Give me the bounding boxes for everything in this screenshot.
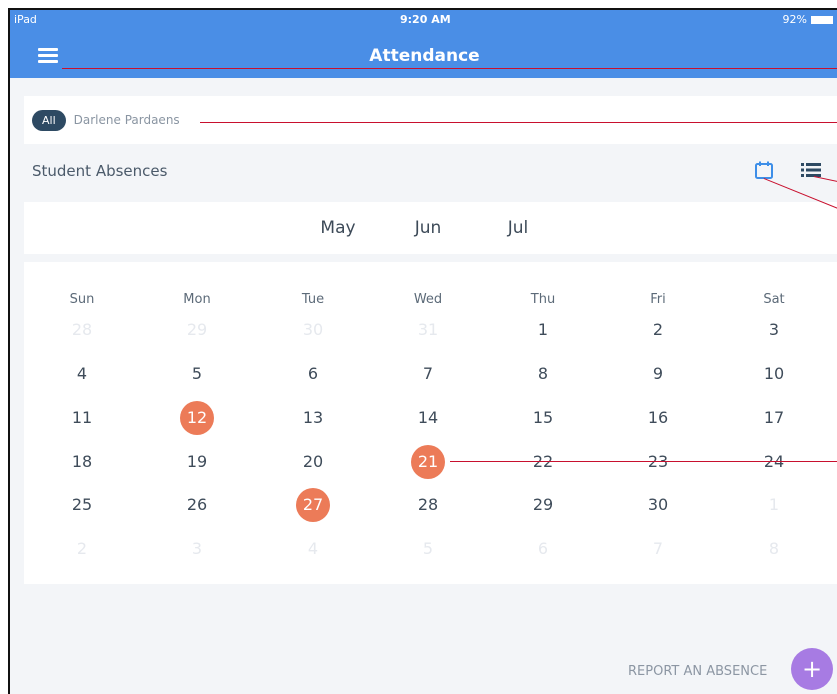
student-filter-bar: All Darlene Pardaens [24, 96, 837, 144]
report-absence-label[interactable]: REPORT AN ABSENCE [628, 664, 767, 679]
calendar-day[interactable]: 13 [296, 401, 330, 435]
calendar-day[interactable]: 10 [757, 357, 791, 391]
filter-all-chip[interactable]: All [32, 109, 66, 131]
calendar-day[interactable]: 3 [757, 313, 791, 347]
calendar-day[interactable]: 5 [180, 357, 214, 391]
app-frame: iPad 9:20 AM 92% Attendance All Darlene … [8, 8, 837, 694]
student-name-filter[interactable]: Darlene Pardaens [74, 113, 180, 127]
calendar-day[interactable]: 29 [180, 313, 214, 347]
weekday-label: Wed [413, 292, 443, 307]
calendar-day[interactable]: 11 [65, 401, 99, 435]
calendar-day[interactable]: 2 [65, 532, 99, 566]
calendar-day[interactable]: 5 [411, 532, 445, 566]
calendar-day[interactable]: 22 [526, 445, 560, 479]
month-jun[interactable]: Jun [415, 218, 442, 238]
month-jul[interactable]: Jul [508, 218, 529, 238]
calendar-day[interactable]: 2 [641, 313, 675, 347]
status-time: 9:20 AM [400, 13, 451, 26]
calendar-day[interactable]: 23 [641, 445, 675, 479]
annotation-line [200, 122, 837, 123]
calendar-day[interactable]: 8 [757, 532, 791, 566]
battery-percent: 92% [782, 13, 807, 26]
calendar-grid: Sun Mon Tue Wed Thu Fri Sat 28 29 30 31 1 2 3 4 5 6 7 8 9 10… [24, 262, 837, 584]
calendar-day[interactable]: 4 [296, 532, 330, 566]
calendar-day[interactable]: 1 [757, 488, 791, 522]
calendar-day[interactable]: 4 [65, 357, 99, 391]
calendar-day[interactable]: 19 [180, 445, 214, 479]
absence-day[interactable]: 27 [296, 488, 330, 522]
calendar-day[interactable]: 6 [296, 357, 330, 391]
absence-day[interactable]: 21 [411, 445, 445, 479]
absence-day[interactable]: 12 [180, 401, 214, 435]
calendar-day[interactable]: 30 [296, 313, 330, 347]
status-battery: 92% [783, 13, 833, 26]
annotation-line [62, 68, 837, 69]
calendar-day[interactable]: 1 [526, 313, 560, 347]
calendar-day[interactable]: 14 [411, 401, 445, 435]
calendar-day[interactable]: 7 [641, 532, 675, 566]
calendar-day[interactable]: 30 [641, 488, 675, 522]
month-selector: May Jun Jul [24, 202, 837, 254]
calendar-day[interactable]: 29 [526, 488, 560, 522]
annotation-line [450, 461, 837, 462]
calendar-day[interactable]: 6 [526, 532, 560, 566]
calendar-day[interactable]: 24 [757, 445, 791, 479]
calendar-day[interactable]: 7 [411, 357, 445, 391]
calendar-day[interactable]: 25 [65, 488, 99, 522]
calendar-day[interactable]: 26 [180, 488, 214, 522]
weekday-label: Sun [69, 292, 95, 307]
calendar-day[interactable]: 31 [411, 313, 445, 347]
calendar-day[interactable]: 28 [411, 488, 445, 522]
weekday-label: Sat [763, 292, 785, 307]
calendar-day[interactable]: 16 [641, 401, 675, 435]
calendar-day[interactable]: 20 [296, 445, 330, 479]
calendar-day[interactable]: 15 [526, 401, 560, 435]
calendar-day[interactable]: 3 [180, 532, 214, 566]
calendar-day[interactable]: 17 [757, 401, 791, 435]
calendar-icon[interactable] [754, 160, 774, 180]
report-absence-button[interactable]: + [791, 648, 833, 690]
weekday-label: Fri [650, 292, 666, 307]
calendar-day[interactable]: 8 [526, 357, 560, 391]
weekday-label: Mon [183, 292, 211, 307]
calendar-day[interactable]: 18 [65, 445, 99, 479]
month-may[interactable]: May [320, 218, 355, 238]
calendar-day[interactable]: 9 [641, 357, 675, 391]
status-carrier: iPad [14, 13, 37, 26]
weekday-label: Thu [530, 292, 556, 307]
weekday-label: Tue [301, 292, 325, 307]
battery-icon [811, 15, 833, 24]
calendar-day[interactable]: 28 [65, 313, 99, 347]
page-title: Attendance [369, 46, 480, 66]
section-title: Student Absences [32, 162, 168, 180]
